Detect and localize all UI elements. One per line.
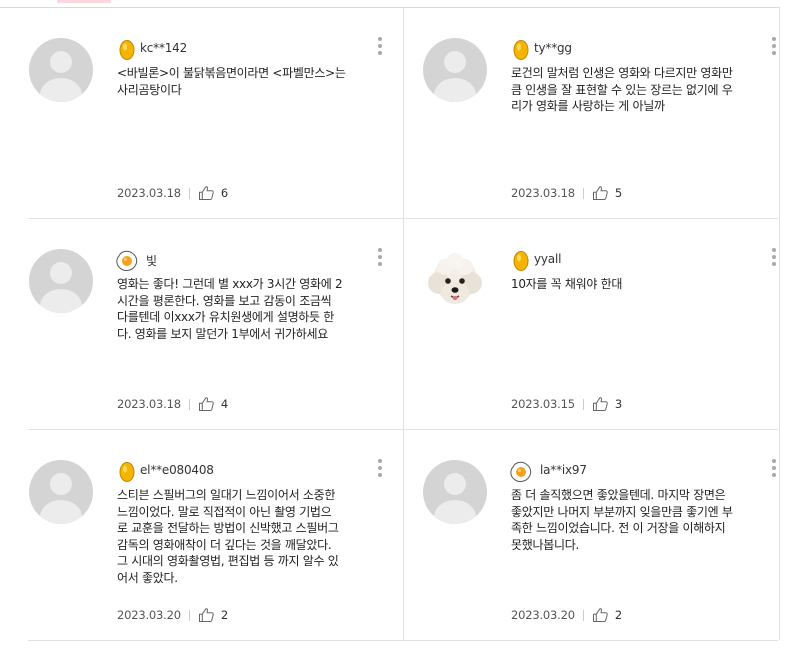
nickname[interactable]: la**ix97: [540, 463, 587, 477]
meta-divider: [582, 609, 584, 621]
more-options-icon[interactable]: [771, 459, 777, 481]
like-thumb-icon[interactable]: [592, 185, 609, 201]
review-meta: 2023.03.20 2: [511, 607, 622, 623]
review-text: 10자를 꼭 채워야 한대: [511, 277, 623, 291]
like-thumb-icon[interactable]: [592, 396, 609, 412]
review-meta: 2023.03.15 3: [511, 396, 622, 412]
review-meta: 2023.03.18 5: [511, 185, 622, 201]
meta-divider: [582, 187, 584, 199]
like-count: 2: [220, 608, 229, 622]
top-accent-bar: [57, 0, 111, 3]
like-thumb-icon[interactable]: [198, 396, 215, 412]
review-date: 2023.03.15: [511, 397, 575, 411]
review-date: 2023.03.18: [117, 397, 181, 411]
nickname[interactable]: 빛: [146, 252, 157, 269]
more-options-icon[interactable]: [377, 459, 383, 481]
nickname[interactable]: kc**142: [140, 41, 187, 55]
review-card: yyall 10자를 꼭 채워야 한대 2023.03.15 3: [423, 219, 798, 429]
meta-divider: [188, 609, 190, 621]
review-date: 2023.03.20: [511, 608, 575, 622]
avatar-default-icon: [29, 460, 93, 524]
meta-divider: [188, 187, 190, 199]
fried-egg-badge-icon: [115, 250, 139, 272]
review-card: ty**gg 로건의 말처럼 인생은 영화와 다르지만 영화만 큼 인생을 잘 …: [423, 8, 798, 218]
avatar-default-icon: [29, 38, 93, 102]
like-thumb-icon[interactable]: [198, 185, 215, 201]
review-date: 2023.03.18: [511, 186, 575, 200]
avatar-dog-photo: [423, 249, 487, 313]
review-text: 로건의 말처럼 인생은 영화와 다르지만 영화만 큼 인생을 잘 표현할 수 있…: [511, 66, 733, 113]
more-options-icon[interactable]: [771, 248, 777, 270]
avatar-default-icon: [29, 249, 93, 313]
review-text: 영화는 좋다! 그런데 별 xxx가 3시간 영화에 2 시간을 평론한다. 영…: [117, 277, 343, 341]
like-thumb-icon[interactable]: [198, 607, 215, 623]
avatar-default-icon: [423, 460, 487, 524]
like-thumb-icon[interactable]: [592, 607, 609, 623]
review-text: <바빌론>이 불닭볶음면이라면 <파벨만스>는 사리곰탕이다: [117, 66, 346, 97]
review-meta: 2023.03.18 6: [117, 185, 228, 201]
meta-divider: [188, 398, 190, 410]
more-options-icon[interactable]: [377, 248, 383, 270]
like-count: 5: [614, 186, 623, 200]
meta-divider: [582, 398, 584, 410]
more-options-icon[interactable]: [771, 37, 777, 59]
like-count: 6: [220, 186, 229, 200]
review-meta: 2023.03.18 4: [117, 396, 228, 412]
like-count: 4: [220, 397, 229, 411]
review-date: 2023.03.20: [117, 608, 181, 622]
review-card: el**e080408 스티븐 스필버그의 일대기 느낌이어서 소중한 느낌이었…: [29, 430, 404, 640]
nickname[interactable]: el**e080408: [140, 463, 214, 477]
like-count: 2: [614, 608, 623, 622]
gold-egg-badge-icon: [117, 39, 137, 61]
gold-egg-badge-icon: [511, 39, 531, 61]
fried-egg-badge-icon: [509, 461, 533, 483]
review-text: 스티븐 스필버그의 일대기 느낌이어서 소중한 느낌이었다. 말로 직접적이 아…: [117, 488, 339, 585]
review-meta: 2023.03.20 2: [117, 607, 228, 623]
gold-egg-badge-icon: [117, 461, 137, 483]
avatar-default-icon: [423, 38, 487, 102]
review-text: 좀 더 솔직했으면 좋았을텐데. 마지막 장면은 좋았지만 나머지 부분까지 잊…: [511, 488, 733, 552]
nickname[interactable]: ty**gg: [534, 41, 572, 55]
review-card: 빛 영화는 좋다! 그런데 별 xxx가 3시간 영화에 2 시간을 평론한다.…: [29, 219, 404, 429]
more-options-icon[interactable]: [377, 37, 383, 59]
review-card: kc**142 <바빌론>이 불닭볶음면이라면 <파벨만스>는 사리곰탕이다 2…: [29, 8, 404, 218]
gold-egg-badge-icon: [511, 250, 531, 272]
review-card: la**ix97 좀 더 솔직했으면 좋았을텐데. 마지막 장면은 좋았지만 나…: [423, 430, 798, 640]
like-count: 3: [614, 397, 623, 411]
nickname[interactable]: yyall: [534, 252, 561, 266]
divider-row: [28, 640, 778, 641]
review-date: 2023.03.18: [117, 186, 181, 200]
